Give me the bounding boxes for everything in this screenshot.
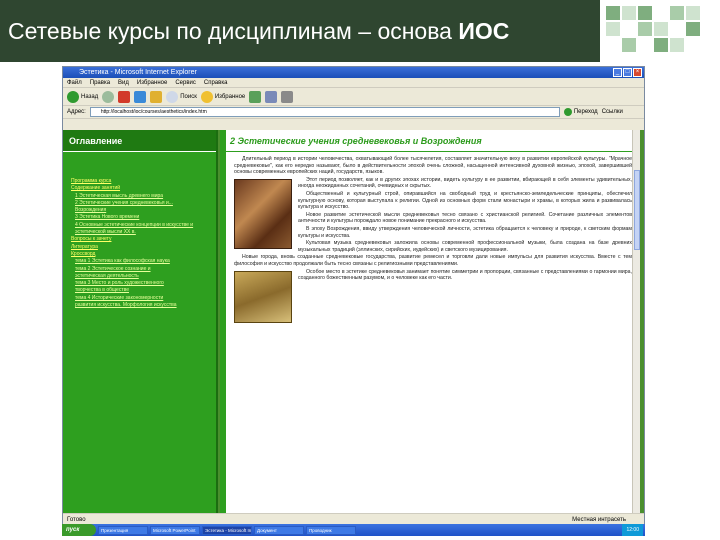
paragraph: Новые города, вновь созданные средневеко… bbox=[234, 254, 632, 267]
menu-tools[interactable]: Сервис bbox=[175, 78, 196, 87]
search-icon bbox=[166, 90, 179, 103]
menu-file[interactable]: Файл bbox=[67, 78, 82, 87]
favorites-button[interactable]: Избранное bbox=[200, 90, 245, 103]
stop-icon[interactable] bbox=[118, 90, 131, 103]
paragraph: Этот период позволяет, как и в других эп… bbox=[298, 176, 632, 190]
mail-icon[interactable] bbox=[265, 90, 278, 103]
address-input[interactable]: http://localhost/ioc/courses/aesthetics/… bbox=[89, 107, 560, 117]
scrollbar-thumb[interactable] bbox=[634, 170, 640, 250]
toc-link[interactable]: тема 1 Эстетика как философская наука bbox=[71, 258, 210, 265]
toc-link[interactable]: тема 4 Исторические закономерности bbox=[71, 295, 210, 302]
page-content: Оглавление Программа курса Содержание за… bbox=[63, 130, 644, 515]
minimize-button[interactable]: _ bbox=[613, 68, 622, 77]
links-label[interactable]: Ссылки bbox=[602, 109, 623, 115]
menu-edit[interactable]: Правка bbox=[90, 78, 110, 87]
slide-title: Сетевые курсы по дисциплинам – основа ИО… bbox=[0, 0, 600, 62]
toc-link[interactable]: тема 3 Место и роль художественного bbox=[71, 280, 210, 287]
taskbar-item[interactable]: Документ bbox=[254, 525, 304, 535]
forward-arrow-icon bbox=[102, 90, 115, 103]
status-text: Готово bbox=[67, 517, 86, 523]
forward-button[interactable] bbox=[102, 90, 115, 103]
toc-pane: Оглавление Программа курса Содержание за… bbox=[63, 130, 218, 515]
paragraph: Общественный и культурный строй, опиравш… bbox=[298, 190, 632, 211]
artwork-image bbox=[234, 270, 292, 323]
toc-link[interactable]: 1 Эстетическая мысль древнего мира bbox=[71, 193, 210, 200]
refresh-icon[interactable] bbox=[134, 90, 147, 103]
browser-menubar: Файл Правка Вид Избранное Сервис Справка bbox=[63, 78, 644, 88]
paragraph: Культовая музыка средневековья заложила … bbox=[298, 240, 632, 253]
paragraph: Длительный период в истории человечества… bbox=[234, 156, 632, 176]
browser-titlebar: Эстетика - Microsoft Internet Explorer _… bbox=[63, 67, 644, 78]
taskbar-item[interactable]: Проводник bbox=[306, 525, 356, 535]
content-pane: 2 Эстетические учения средневековья и Во… bbox=[220, 130, 640, 515]
toc-link[interactable]: Литература bbox=[71, 244, 210, 251]
address-bar: Адрес: http://localhost/ioc/courses/aest… bbox=[63, 106, 644, 119]
menu-favorites[interactable]: Избранное bbox=[137, 78, 167, 87]
start-button[interactable]: пуск bbox=[62, 524, 96, 536]
taskbar-item[interactable]: Презентация bbox=[98, 525, 148, 535]
browser-toolbar: Назад Поиск Избранное bbox=[63, 88, 644, 106]
toc-link[interactable]: Программа курса bbox=[71, 178, 210, 185]
toc-link[interactable]: Содержание занятий bbox=[71, 185, 210, 192]
taskbar-item[interactable]: Microsoft PowerPoint bbox=[150, 525, 200, 535]
toc-header: Оглавление bbox=[63, 130, 216, 152]
toc-link[interactable]: Кроссворд bbox=[71, 251, 210, 258]
menu-help[interactable]: Справка bbox=[204, 78, 228, 87]
paragraph: Новое развитие эстетической мысли средне… bbox=[298, 211, 632, 225]
paragraph: Особое место в эстетике средневековья за… bbox=[298, 268, 632, 282]
star-icon bbox=[200, 90, 213, 103]
go-button[interactable]: Переход bbox=[563, 108, 598, 116]
search-button[interactable]: Поиск bbox=[166, 90, 197, 103]
cathedral-image bbox=[234, 178, 292, 249]
toc-link[interactable]: эстетической мысли XX в. bbox=[71, 229, 210, 236]
print-icon[interactable] bbox=[281, 90, 294, 103]
browser-window: Эстетика - Microsoft Internet Explorer _… bbox=[62, 66, 645, 536]
toc-link[interactable]: развития искусства. Морфология искусства bbox=[71, 302, 210, 309]
menu-view[interactable]: Вид bbox=[118, 78, 129, 87]
back-button[interactable]: Назад bbox=[67, 90, 98, 103]
toc-link[interactable]: творчества в обществе bbox=[71, 287, 210, 294]
back-arrow-icon bbox=[67, 90, 79, 103]
slide-title-main: Сетевые курсы по дисциплинам – основа bbox=[8, 18, 452, 44]
maximize-button[interactable]: □ bbox=[623, 68, 632, 77]
toc-link[interactable]: 2 Эстетические учения средневековья и... bbox=[71, 200, 210, 207]
system-tray-clock: 12:00 bbox=[622, 524, 643, 536]
taskbar-item-active[interactable]: Эстетика - Microsoft Internet Explorer bbox=[202, 525, 252, 535]
document-text: Длительный период в истории человечества… bbox=[226, 152, 640, 323]
content-header: 2 Эстетические учения средневековья и Во… bbox=[226, 130, 640, 152]
slide-decoration bbox=[600, 0, 720, 62]
toc-link[interactable]: Возрождения bbox=[71, 207, 210, 214]
toc-list: Программа курса Содержание занятий 1 Эст… bbox=[63, 152, 216, 309]
slide-title-bold: ИОС bbox=[458, 18, 510, 44]
toc-link[interactable]: 4 Основные эстетические концепции в иску… bbox=[71, 222, 210, 229]
toc-link[interactable]: эстетическая деятельность bbox=[71, 273, 210, 280]
address-label: Адрес: bbox=[67, 109, 86, 115]
close-button[interactable]: × bbox=[633, 68, 642, 77]
go-arrow-icon bbox=[563, 108, 572, 116]
vertical-scrollbar[interactable] bbox=[632, 130, 640, 515]
slide-right-margin bbox=[648, 62, 720, 540]
browser-window-title: Эстетика - Microsoft Internet Explorer bbox=[79, 69, 197, 76]
history-icon[interactable] bbox=[249, 90, 262, 103]
toc-link[interactable]: Вопросы к зачету bbox=[71, 236, 210, 243]
paragraph: В эпоху Возрождения, ввиду утверждения ч… bbox=[298, 225, 632, 239]
taskbar: пуск Презентация Microsoft PowerPoint Эс… bbox=[62, 524, 645, 536]
slide-left-margin bbox=[0, 62, 60, 540]
toc-link[interactable]: тема 2 Эстетическое сознание и bbox=[71, 266, 210, 273]
toc-link[interactable]: 3 Эстетика Нового времени bbox=[71, 214, 210, 221]
home-icon[interactable] bbox=[150, 90, 163, 103]
